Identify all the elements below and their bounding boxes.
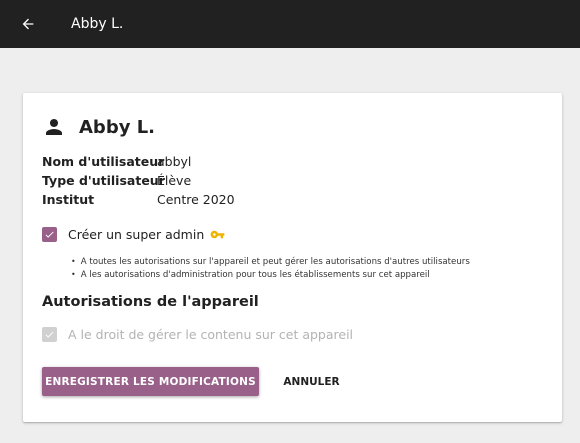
- save-changes-button[interactable]: ENREGISTRER LES MODIFICATIONS: [42, 367, 259, 396]
- user-details: Nom d'utilisateur abbyl Type d'utilisate…: [42, 152, 235, 209]
- detail-row-user-type: Type d'utilisateur Élève: [42, 171, 235, 190]
- user-permissions-card: Abby L. Nom d'utilisateur abbyl Type d'u…: [23, 93, 562, 422]
- detail-value: abbyl: [157, 154, 192, 169]
- detail-label: Type d'utilisateur: [42, 173, 165, 188]
- checkmark-icon: [45, 331, 54, 338]
- detail-row-username: Nom d'utilisateur abbyl: [42, 152, 235, 171]
- key-icon: [210, 227, 225, 242]
- list-item: A toutes les autorisations sur l'apparei…: [71, 256, 470, 269]
- detail-row-facility: Institut Centre 2020: [42, 190, 235, 209]
- detail-value: Élève: [157, 173, 192, 188]
- device-permissions-title: Autorisations de l'appareil: [42, 294, 259, 310]
- user-name: Abby L.: [79, 116, 156, 138]
- detail-label: Institut: [42, 192, 95, 207]
- manage-content-checkbox: [42, 327, 57, 342]
- super-admin-checkbox[interactable]: [42, 227, 57, 242]
- detail-label: Nom d'utilisateur: [42, 154, 165, 169]
- appbar-title: Abby L.: [71, 16, 124, 32]
- super-admin-label: Créer un super admin: [68, 227, 205, 242]
- back-button[interactable]: [0, 0, 56, 48]
- super-admin-description: A toutes les autorisations sur l'apparei…: [71, 256, 470, 281]
- app-bar: Abby L.: [0, 0, 580, 48]
- manage-content-checkbox-row: A le droit de gérer le contenu sur cet a…: [42, 327, 353, 342]
- manage-content-label: A le droit de gérer le contenu sur cet a…: [68, 327, 354, 342]
- cancel-button[interactable]: ANNULER: [274, 367, 349, 396]
- arrow-back-icon: [22, 18, 34, 30]
- super-admin-checkbox-row[interactable]: Créer un super admin: [42, 227, 225, 242]
- list-item: A les autorisations d'administration pou…: [71, 269, 470, 282]
- detail-value: Centre 2020: [157, 192, 235, 207]
- user-header: Abby L.: [42, 115, 155, 139]
- person-icon: [46, 119, 62, 135]
- checkmark-icon: [45, 231, 54, 238]
